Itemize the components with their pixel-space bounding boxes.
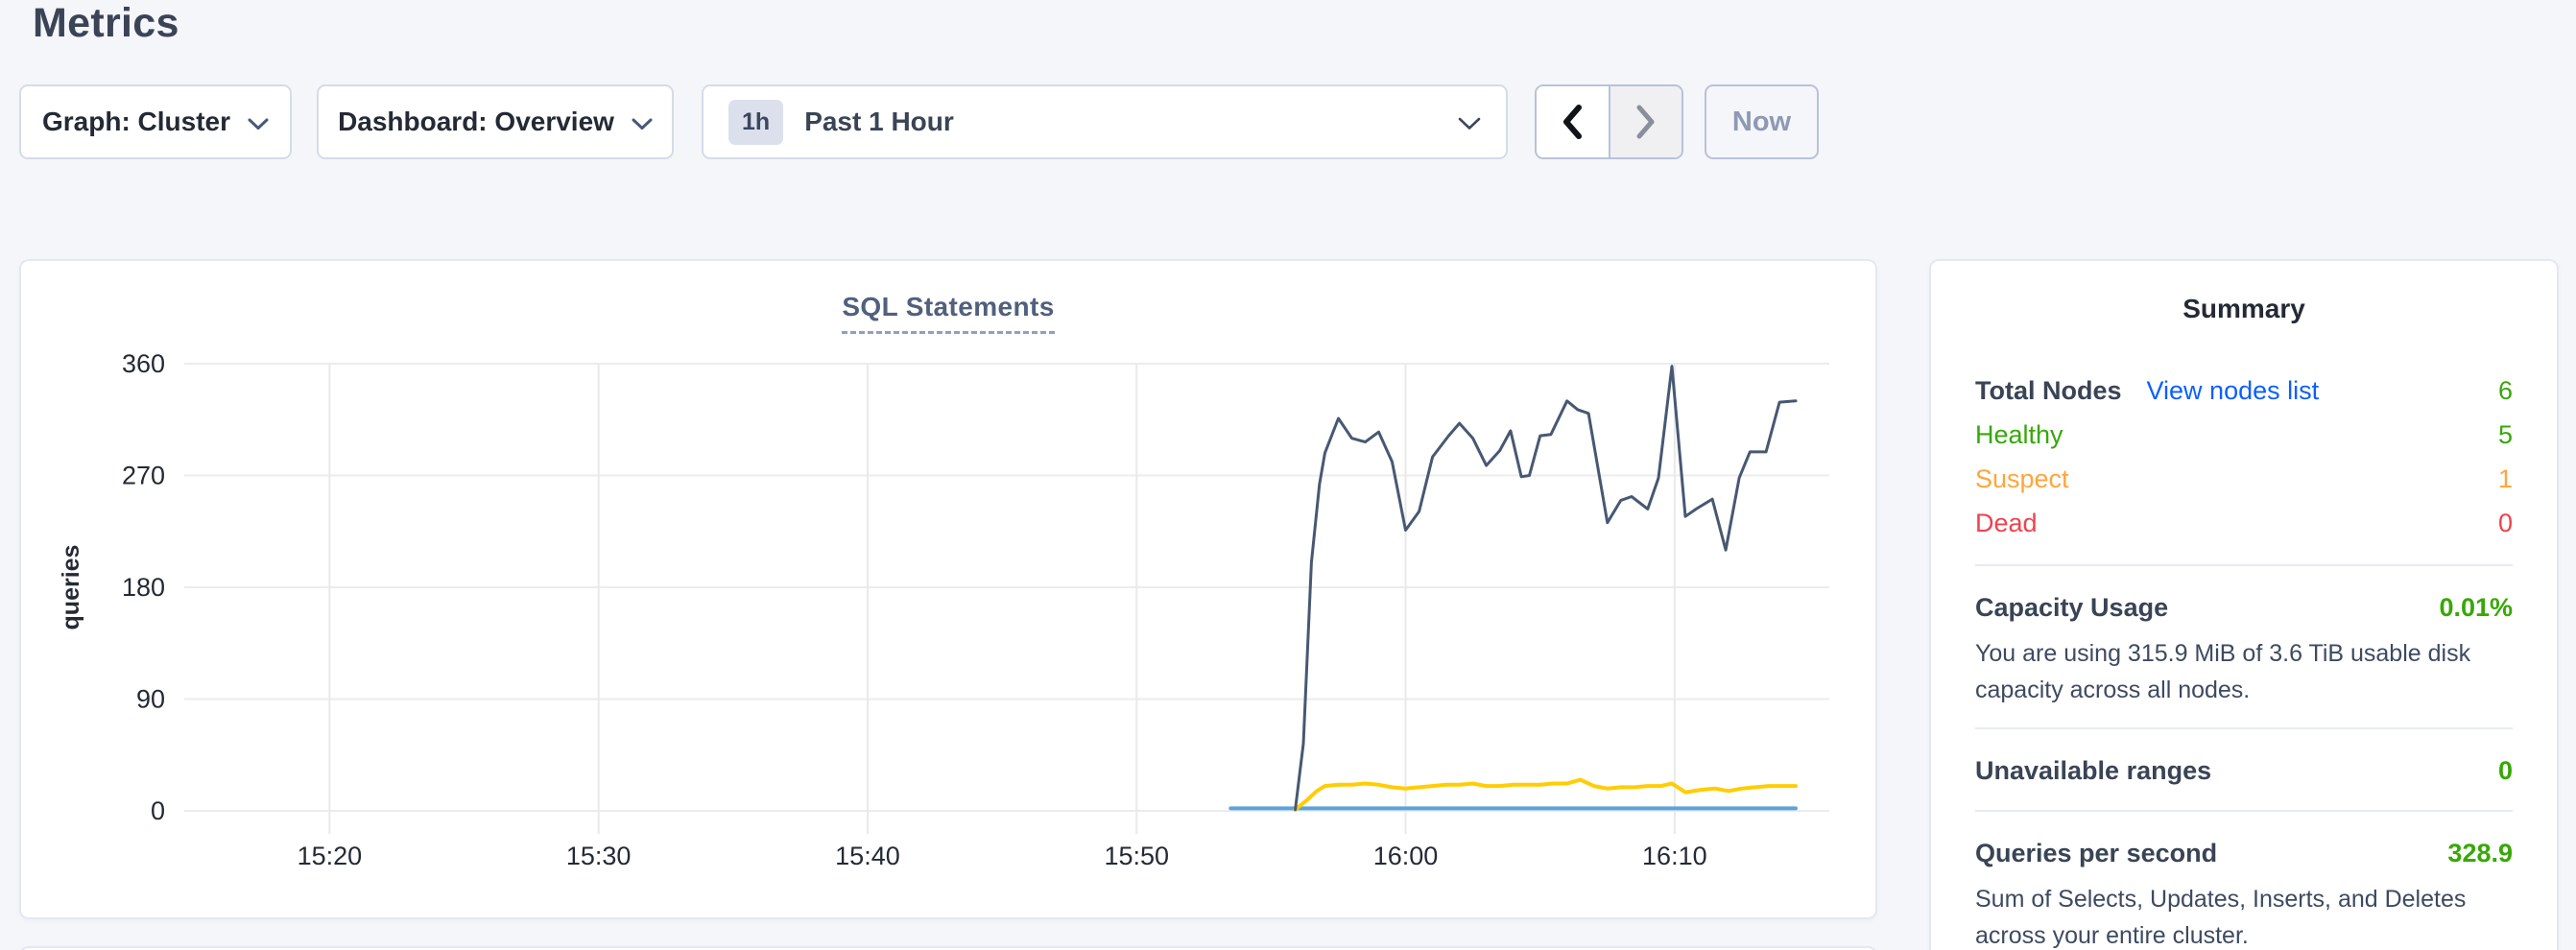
divider bbox=[1975, 810, 2513, 812]
svg-text:0: 0 bbox=[151, 796, 165, 825]
time-range-badge: 1h bbox=[728, 100, 783, 145]
svg-text:15:20: 15:20 bbox=[298, 842, 363, 870]
dead-nodes-row: Dead 0 bbox=[1975, 501, 2513, 545]
total-nodes-label: Total Nodes bbox=[1975, 376, 2122, 406]
page-title: Metrics bbox=[33, 0, 179, 47]
dashboard-dropdown[interactable]: Dashboard: Overview bbox=[317, 84, 674, 159]
unavailable-ranges-row: Unavailable ranges 0 bbox=[1975, 750, 2513, 791]
chevron-down-icon bbox=[1458, 117, 1481, 131]
queries-per-second-row: Queries per second 328.9 bbox=[1975, 833, 2513, 873]
svg-text:15:50: 15:50 bbox=[1104, 842, 1169, 870]
dead-label: Dead bbox=[1975, 509, 2038, 538]
suspect-value: 1 bbox=[2498, 464, 2513, 494]
previous-time-button[interactable] bbox=[1537, 86, 1610, 157]
next-time-button[interactable] bbox=[1610, 86, 1682, 157]
svg-text:360: 360 bbox=[122, 349, 165, 378]
sql-statements-chart-card: SQL Statements 09018027036015:2015:3015:… bbox=[19, 259, 1877, 919]
svg-text:90: 90 bbox=[136, 685, 165, 714]
suspect-nodes-row: Suspect 1 bbox=[1975, 457, 2513, 501]
svg-text:270: 270 bbox=[122, 462, 165, 490]
queries-per-second-value: 328.9 bbox=[2447, 839, 2513, 868]
svg-text:180: 180 bbox=[122, 573, 165, 602]
dashboard-dropdown-label: Dashboard: Overview bbox=[338, 107, 614, 137]
chevron-down-icon bbox=[632, 118, 653, 131]
time-step-button-group bbox=[1535, 84, 1683, 159]
capacity-usage-row: Capacity Usage 0.01% bbox=[1975, 587, 2513, 628]
chevron-left-icon bbox=[1561, 105, 1584, 139]
time-range-label: Past 1 Hour bbox=[804, 107, 954, 137]
capacity-usage-value: 0.01% bbox=[2439, 593, 2513, 623]
capacity-usage-label: Capacity Usage bbox=[1975, 593, 2168, 623]
now-button[interactable]: Now bbox=[1705, 84, 1819, 159]
summary-panel: Summary Total Nodes View nodes list 6 He… bbox=[1929, 259, 2559, 950]
queries-per-second-description: Sum of Selects, Updates, Inserts, and De… bbox=[1975, 881, 2513, 950]
suspect-label: Suspect bbox=[1975, 464, 2069, 494]
next-chart-card-edge bbox=[19, 946, 1877, 950]
healthy-nodes-row: Healthy 5 bbox=[1975, 413, 2513, 457]
healthy-label: Healthy bbox=[1975, 420, 2063, 450]
divider bbox=[1975, 564, 2513, 566]
unavailable-ranges-value: 0 bbox=[2498, 756, 2513, 786]
view-nodes-list-link[interactable]: View nodes list bbox=[2147, 376, 2320, 406]
unavailable-ranges-label: Unavailable ranges bbox=[1975, 756, 2211, 786]
queries-per-second-label: Queries per second bbox=[1975, 839, 2217, 868]
svg-text:15:30: 15:30 bbox=[566, 842, 632, 870]
dead-value: 0 bbox=[2498, 509, 2513, 538]
metrics-toolbar: Graph: Cluster Dashboard: Overview 1h Pa… bbox=[19, 84, 1819, 159]
graph-dropdown-label: Graph: Cluster bbox=[42, 107, 230, 137]
healthy-value: 5 bbox=[2498, 420, 2513, 450]
graph-dropdown[interactable]: Graph: Cluster bbox=[19, 84, 292, 159]
capacity-usage-description: You are using 315.9 MiB of 3.6 TiB usabl… bbox=[1975, 635, 2513, 708]
divider bbox=[1975, 727, 2513, 729]
total-nodes-row: Total Nodes View nodes list 6 bbox=[1975, 368, 2513, 413]
nodes-summary-block: Total Nodes View nodes list 6 Healthy 5 … bbox=[1975, 368, 2513, 545]
chevron-right-icon bbox=[1634, 105, 1658, 139]
svg-text:queries: queries bbox=[58, 545, 84, 630]
time-range-picker[interactable]: 1h Past 1 Hour bbox=[702, 84, 1508, 159]
sql-statements-chart[interactable]: 0 90 180 270 360 15:20 15:30 15:40 15:50 16:00 16:… bbox=[21, 261, 1879, 921]
svg-text:16:00: 16:00 bbox=[1373, 842, 1439, 870]
summary-title: Summary bbox=[1975, 294, 2513, 324]
svg-text:15:40: 15:40 bbox=[835, 842, 900, 870]
chevron-down-icon bbox=[248, 118, 269, 131]
svg-text:16:10: 16:10 bbox=[1642, 842, 1707, 870]
total-nodes-value: 6 bbox=[2498, 376, 2513, 406]
